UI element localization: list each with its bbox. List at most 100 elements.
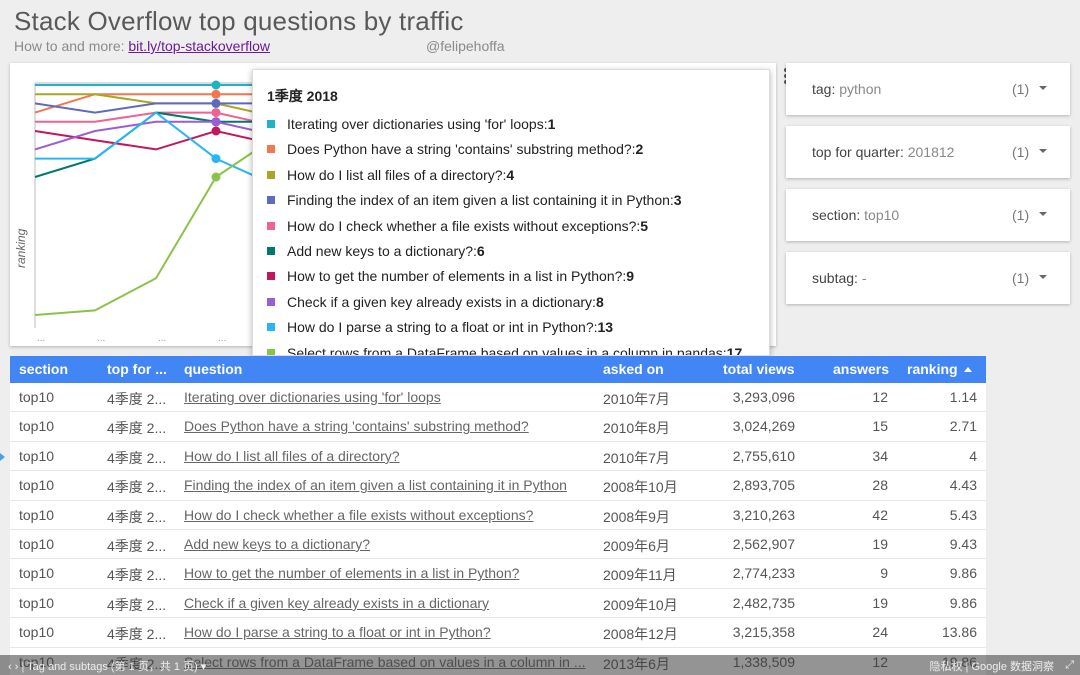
cell-section: top10 — [19, 389, 55, 405]
filter-top-for-quarter[interactable]: top for quarter: 201812 (1) — [786, 126, 1070, 178]
cell-top-for: 4季度 2... — [107, 567, 167, 584]
dropdown-caret-icon[interactable] — [1039, 275, 1047, 279]
table-row[interactable]: top10 4季度 2... How do I parse a string to … — [10, 618, 986, 648]
cell-top-for: 4季度 2... — [107, 391, 167, 407]
filter-count: (1) — [1012, 270, 1030, 286]
chart-tooltip: 1季度 2018 Iterating over dictionaries usi… — [252, 69, 770, 356]
footer-links[interactable]: 隐私权 | Google 数据洞察 — [930, 658, 1055, 674]
table-row[interactable]: top10 4季度 2... How to get the number of el… — [10, 559, 986, 589]
col-header-ranking[interactable]: ranking — [907, 361, 972, 377]
cell-total-views: 2,562,907 — [732, 535, 795, 552]
cell-total-views: 2,755,610 — [732, 447, 795, 464]
table-row[interactable]: top10 4季度 2... Does Python have a string '… — [10, 412, 986, 442]
table-row[interactable]: top10 4季度 2... How do I list all files of … — [10, 442, 986, 472]
cell-question-link[interactable]: How do I parse a string to a float or in… — [184, 624, 491, 640]
hover-point[interactable] — [211, 108, 221, 118]
cell-top-for: 4季度 2... — [107, 479, 167, 496]
cell-question-link[interactable]: Iterating over dictionaries using 'for' … — [184, 389, 441, 405]
filter-subtag[interactable]: subtag: - (1) — [786, 252, 1070, 304]
col-header-asked-on[interactable]: asked on — [603, 361, 664, 377]
x-tick-label: ... — [158, 333, 166, 344]
cell-asked-on: 2009年11月 — [603, 567, 677, 584]
col-header-total-views[interactable]: total views — [723, 361, 795, 377]
tooltip-item-label: How do I check whether a file exists wit… — [287, 217, 641, 234]
page-subtitle: How to and more: bit.ly/top-stackoverflo… — [14, 38, 270, 54]
filter-count: (1) — [1012, 207, 1030, 223]
tooltip-item-rank: 8 — [595, 293, 604, 310]
cell-question-link[interactable]: How to get the number of elements in a l… — [184, 565, 519, 581]
table-row[interactable]: top10 4季度 2... Check if a given key alread… — [10, 589, 986, 619]
col-header-ranking-label: ranking — [907, 361, 958, 377]
table-row[interactable]: top10 4季度 2... Iterating over dictionaries… — [10, 383, 986, 413]
cell-ranking: 9.43 — [949, 535, 977, 552]
col-header-question[interactable]: question — [184, 361, 242, 377]
table-row[interactable]: top10 4季度 2... Add new keys to a dictionar… — [10, 530, 986, 560]
filter-label: subtag: - — [812, 270, 867, 286]
x-tick-label: ... — [37, 333, 45, 344]
legend-swatch — [267, 221, 275, 230]
hover-point[interactable] — [211, 126, 221, 136]
tooltip-item-label: Select rows from a DataFrame based on va… — [287, 344, 727, 356]
subtitle-link[interactable]: bit.ly/top-stackoverflow — [128, 38, 270, 54]
table-row[interactable]: top10 4季度 2... How do I check whether a fi… — [10, 501, 986, 530]
cell-section: top10 — [19, 624, 55, 641]
cell-question-link[interactable]: Does Python have a string 'contains' sub… — [184, 418, 529, 434]
cell-asked-on: 2008年12月 — [603, 626, 678, 643]
legend-swatch — [267, 247, 275, 255]
tooltip-item-rank: 9 — [626, 268, 635, 285]
hover-point[interactable] — [211, 117, 221, 127]
cell-question-link[interactable]: Check if a given key already exists in a… — [184, 595, 489, 611]
col-header-section[interactable]: section — [19, 361, 68, 377]
tooltip-item-rank: 2 — [635, 141, 644, 158]
report-footer: ‹ › | Tag and subtags (第 1 页，共 1 页) ▾ 隐私… — [0, 655, 1080, 675]
legend-swatch — [267, 145, 275, 154]
page-navigator[interactable]: ‹ › | Tag and subtags (第 1 页，共 1 页) ▾ — [8, 658, 206, 674]
col-header-top-for[interactable]: top for ... — [107, 361, 167, 377]
y-axis-label: ranking — [14, 228, 28, 268]
dropdown-caret-icon[interactable] — [1039, 212, 1047, 216]
tooltip-item-label: How do I parse a string to a float or in… — [287, 319, 598, 336]
cell-question-link[interactable]: How do I check whether a file exists wit… — [184, 507, 533, 523]
tooltip-item-rank: 13 — [597, 319, 614, 336]
cell-question-link[interactable]: How do I list all files of a directory? — [184, 448, 400, 464]
tooltip-item: Check if a given key already exists in a… — [267, 294, 604, 310]
hover-point[interactable] — [211, 98, 221, 108]
tooltip-item-label: Finding the index of an item given a lis… — [287, 192, 674, 209]
cell-top-for: 4季度 2... — [107, 596, 167, 613]
hover-point[interactable] — [211, 172, 221, 182]
filter-label: section: top10 — [812, 207, 900, 223]
filter-value: top10 — [864, 207, 900, 223]
hover-point[interactable] — [211, 80, 221, 90]
cell-top-for: 4季度 2... — [107, 537, 167, 554]
col-header-answers[interactable]: answers — [833, 361, 889, 377]
cell-section: top10 — [19, 565, 55, 582]
filter-name: subtag — [812, 270, 855, 286]
legend-swatch — [267, 272, 275, 281]
dropdown-caret-icon[interactable] — [1039, 86, 1047, 90]
filter-tag[interactable]: tag: python (1) — [786, 63, 1070, 115]
legend-swatch — [267, 323, 275, 332]
cell-question-link[interactable]: Finding the index of an item given a lis… — [184, 477, 567, 493]
cell-asked-on: 2010年8月 — [603, 420, 670, 437]
tooltip-item: How do I check whether a file exists wit… — [267, 218, 648, 234]
hover-point[interactable] — [211, 89, 221, 99]
tooltip-item-rank: 17 — [726, 344, 743, 356]
cell-ranking: 9.86 — [949, 594, 977, 611]
tooltip-item-label: How do I list all files of a directory?: — [287, 166, 507, 183]
tooltip-item: How do I parse a string to a float or in… — [267, 319, 613, 335]
cell-total-views: 2,482,735 — [732, 594, 795, 611]
tooltip-item: Select rows from a DataFrame based on va… — [267, 344, 743, 356]
cell-section: top10 — [19, 506, 55, 523]
cell-question-link[interactable]: Add new keys to a dictionary? — [184, 536, 370, 552]
cell-asked-on: 2008年10月 — [603, 479, 678, 496]
tooltip-item-rank: 6 — [476, 243, 485, 259]
fullscreen-icon[interactable]: ⤢ — [1065, 659, 1074, 672]
cell-asked-on: 2008年9月 — [603, 508, 670, 525]
cell-section: top10 — [19, 447, 55, 464]
cell-ranking: 9.86 — [949, 565, 977, 582]
dropdown-caret-icon[interactable] — [1039, 149, 1047, 153]
table-row[interactable]: top10 4季度 2... Finding the index of an ite… — [10, 471, 986, 501]
filter-section[interactable]: section: top10 (1) — [786, 189, 1070, 241]
hover-point[interactable] — [211, 154, 221, 164]
cell-answers: 34 — [872, 447, 888, 464]
